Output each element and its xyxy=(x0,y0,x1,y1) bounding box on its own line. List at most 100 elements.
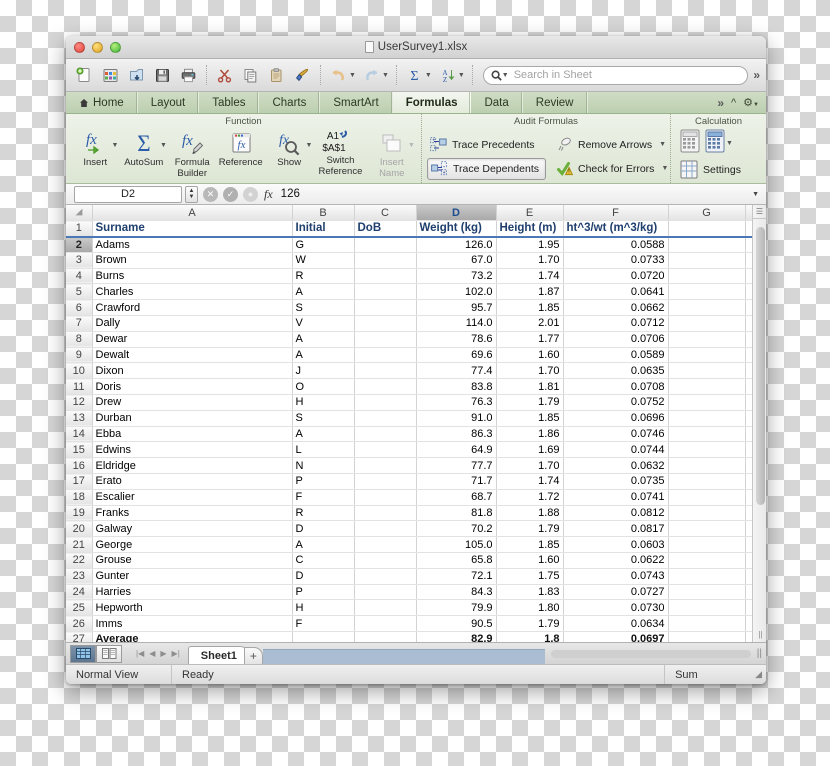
cell-H15[interactable] xyxy=(745,441,752,459)
cell-G26[interactable] xyxy=(668,615,746,633)
cell-H16[interactable] xyxy=(745,457,752,475)
cell-G12[interactable] xyxy=(668,394,746,411)
column-header-A[interactable]: A xyxy=(92,205,293,222)
cell-E15[interactable]: 1.69 xyxy=(496,441,564,459)
cell-A13[interactable]: Durban xyxy=(92,410,293,427)
table-row[interactable]: 4 Burns R 73.2 1.74 0.0720 xyxy=(66,268,752,285)
cell-D26[interactable]: 90.5 xyxy=(416,615,497,633)
row-header-16[interactable]: 16 xyxy=(66,457,93,475)
tab-charts[interactable]: Charts xyxy=(259,92,321,113)
table-row[interactable]: 16 Eldridge N 77.7 1.70 0.0632 xyxy=(66,457,752,475)
cell-G23[interactable] xyxy=(668,568,746,585)
cell-C6[interactable] xyxy=(354,299,417,317)
cell-E11[interactable]: 1.81 xyxy=(496,378,564,396)
cell-H26[interactable] xyxy=(745,615,752,633)
cell-E26[interactable]: 1.79 xyxy=(496,615,564,633)
cell-A11[interactable]: Doris xyxy=(92,378,293,396)
table-row[interactable]: 9 Dewalt A 69.6 1.60 0.0589 xyxy=(66,347,752,364)
table-row[interactable]: 5 Charles A 102.0 1.87 0.0641 xyxy=(66,283,752,301)
cell-G14[interactable] xyxy=(668,426,746,443)
cell-H22[interactable] xyxy=(745,552,752,569)
cell-E19[interactable]: 1.88 xyxy=(496,505,564,522)
cell-F1[interactable]: ht^3/wt (m^3/kg) xyxy=(563,220,669,238)
cell-A26[interactable]: Imms xyxy=(92,615,293,633)
cell-A7[interactable]: Dally xyxy=(92,315,293,332)
cell-A2[interactable]: Adams xyxy=(92,236,293,253)
table-row[interactable]: 20 Galway D 70.2 1.79 0.0817 xyxy=(66,520,752,538)
reference-button[interactable]: fx Reference xyxy=(216,128,264,182)
cell-G8[interactable] xyxy=(668,331,746,348)
cell-G21[interactable] xyxy=(668,536,746,554)
cell-H11[interactable] xyxy=(745,378,752,396)
cell-C17[interactable] xyxy=(354,473,417,490)
row-header-5[interactable]: 5 xyxy=(66,283,93,301)
cell-F11[interactable]: 0.0708 xyxy=(563,378,669,396)
cell-C11[interactable] xyxy=(354,378,417,396)
cell-A19[interactable]: Franks xyxy=(92,505,293,522)
select-all-corner[interactable] xyxy=(66,205,93,222)
cell-D25[interactable]: 79.9 xyxy=(416,599,497,617)
cell-A15[interactable]: Edwins xyxy=(92,441,293,459)
cell-F15[interactable]: 0.0744 xyxy=(563,441,669,459)
insert-name-button[interactable]: Insert Name ▼ xyxy=(368,128,416,182)
table-row[interactable]: 7 Dally V 114.0 2.01 0.0712 xyxy=(66,315,752,332)
cell-F20[interactable]: 0.0817 xyxy=(563,520,669,538)
cell-C14[interactable] xyxy=(354,426,417,443)
cell-B9[interactable]: A xyxy=(292,347,355,364)
cell-F23[interactable]: 0.0743 xyxy=(563,568,669,585)
cell-D13[interactable]: 91.0 xyxy=(416,410,497,427)
cell-H24[interactable] xyxy=(745,584,752,601)
cell-E27[interactable]: 1.8 xyxy=(496,631,564,642)
cell-A17[interactable]: Erato xyxy=(92,473,293,490)
cell-F10[interactable]: 0.0635 xyxy=(563,362,669,380)
column-header-B[interactable]: B xyxy=(292,205,355,222)
cell-G25[interactable] xyxy=(668,599,746,617)
cell-F18[interactable]: 0.0741 xyxy=(563,489,669,506)
remove-arrows-button[interactable]: Remove Arrows ▼ xyxy=(554,134,674,156)
cell-B2[interactable]: G xyxy=(292,236,355,253)
cell-C8[interactable] xyxy=(354,331,417,348)
cell-A16[interactable]: Eldridge xyxy=(92,457,293,475)
row-header-20[interactable]: 20 xyxy=(66,520,93,538)
insert-name-caret[interactable]: ▼ xyxy=(408,141,415,152)
cell-E4[interactable]: 1.74 xyxy=(496,268,564,285)
cell-G27[interactable] xyxy=(668,631,746,642)
cell-F17[interactable]: 0.0735 xyxy=(563,473,669,490)
vertical-scroll-thumb[interactable] xyxy=(756,227,765,505)
cell-H13[interactable] xyxy=(745,410,752,427)
column-header-H[interactable]: H xyxy=(745,205,752,222)
cell-C2[interactable] xyxy=(354,236,417,253)
vertical-scrollbar[interactable]: ☰ || xyxy=(752,205,766,642)
table-row[interactable]: 2 Adams G 126.0 1.95 0.0588 xyxy=(66,236,752,253)
collapse-ribbon-icon[interactable]: ^ xyxy=(731,97,736,109)
cell-F5[interactable]: 0.0641 xyxy=(563,283,669,301)
cell-G7[interactable] xyxy=(668,315,746,332)
cell-H3[interactable] xyxy=(745,252,752,269)
cell-E20[interactable]: 1.79 xyxy=(496,520,564,538)
undo-arrow-icon[interactable] xyxy=(326,63,351,88)
cell-H10[interactable] xyxy=(745,362,752,380)
cell-F21[interactable]: 0.0603 xyxy=(563,536,669,554)
cell-A24[interactable]: Harries xyxy=(92,584,293,601)
cell-B22[interactable]: C xyxy=(292,552,355,569)
cell-B19[interactable]: R xyxy=(292,505,355,522)
cell-C15[interactable] xyxy=(354,441,417,459)
cell-C20[interactable] xyxy=(354,520,417,538)
cell-D4[interactable]: 73.2 xyxy=(416,268,497,285)
trace-dependents-button[interactable]: + Trace Dependents xyxy=(427,157,546,180)
function-wizard-icon[interactable]: ● xyxy=(243,186,258,202)
cell-E25[interactable]: 1.80 xyxy=(496,599,564,617)
table-row[interactable]: 22 Grouse C 65.8 1.60 0.0622 xyxy=(66,552,752,569)
cell-B12[interactable]: H xyxy=(292,394,355,411)
table-row[interactable]: 8 Dewar A 78.6 1.77 0.0706 xyxy=(66,331,752,348)
row-header-17[interactable]: 17 xyxy=(66,473,93,490)
cell-F6[interactable]: 0.0662 xyxy=(563,299,669,317)
check-for-errors-button[interactable]: ! Check for Errors ▼ xyxy=(554,158,674,180)
check-for-errors-caret[interactable]: ▼ xyxy=(661,165,668,172)
cell-D3[interactable]: 67.0 xyxy=(416,252,497,269)
cell-D20[interactable]: 70.2 xyxy=(416,520,497,538)
cell-B8[interactable]: A xyxy=(292,331,355,348)
row-header-9[interactable]: 9 xyxy=(66,347,93,364)
cell-G9[interactable] xyxy=(668,347,746,364)
cell-D2[interactable]: 126.0 xyxy=(416,236,497,253)
